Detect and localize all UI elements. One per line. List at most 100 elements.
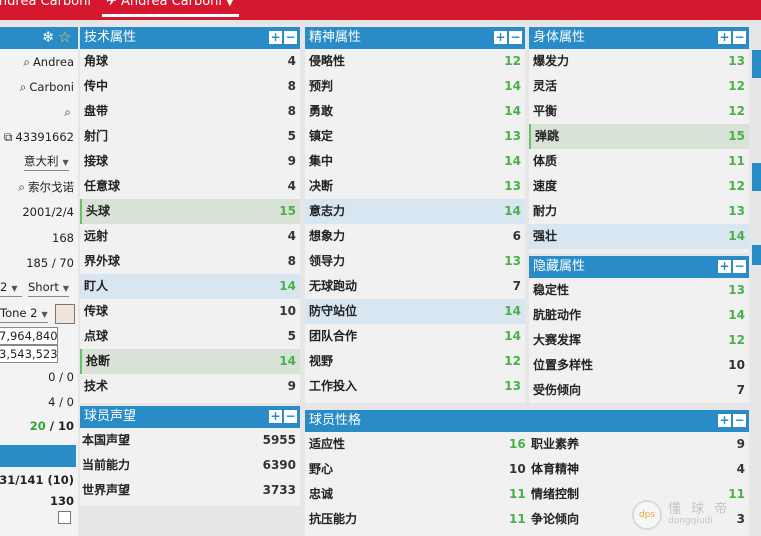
expand-button[interactable]: + <box>269 31 282 44</box>
collapse-button[interactable]: − <box>284 410 297 423</box>
attr-row[interactable]: 团队合作 14 <box>305 324 525 349</box>
attr-row[interactable]: 集中 14 <box>305 149 525 174</box>
stat-c: 20 / 10 <box>29 419 74 433</box>
panel-header: 精神属性 + − <box>305 27 525 49</box>
attr-row[interactable]: 技术 9 <box>80 374 300 399</box>
attr-row[interactable]: 位置多样性 10 <box>529 353 749 378</box>
edge-tab[interactable] <box>752 50 761 78</box>
tab-player-current[interactable]: ✈ Andrea Carboni ▼ <box>106 0 234 9</box>
collapse-button[interactable]: − <box>733 31 746 44</box>
collapse-button[interactable]: − <box>733 414 746 427</box>
attr-row-highlighted[interactable]: 强壮 14 <box>529 224 749 249</box>
ability-secondary: 130 <box>49 494 74 508</box>
attr-row[interactable]: 稳定性 13 <box>529 278 749 303</box>
panel-header: 技术属性 + − <box>80 27 300 49</box>
attr-row[interactable]: 点球 5 <box>80 324 300 349</box>
nation-select[interactable]: 意大利 ▼ <box>24 151 69 171</box>
height-weight-value[interactable]: 185 / 70 <box>26 253 74 273</box>
attr-row[interactable]: 肮脏动作 14 <box>529 303 749 328</box>
attr-row[interactable]: 灵活 12 <box>529 74 749 99</box>
edge-tab[interactable] <box>752 245 761 265</box>
collapse-button[interactable]: − <box>284 31 297 44</box>
section-bar <box>0 445 76 467</box>
attr-row[interactable]: 勇敢 14 <box>305 99 525 124</box>
pin-icon: ✈ <box>106 0 122 9</box>
attr-row[interactable]: 侵略性 12 <box>305 49 525 74</box>
reputation-row[interactable]: 当前能力 6390 <box>80 453 300 478</box>
common-name-field[interactable]: ⌕ <box>64 102 74 122</box>
attr-row-highlighted[interactable]: 意志力 14 <box>305 199 525 224</box>
panel-header: 球员声望 + − <box>80 406 300 428</box>
color-swatch[interactable] <box>55 304 75 324</box>
attr-row[interactable]: 接球 9 <box>80 149 300 174</box>
hidden-attributes-panel: 隐藏属性 + − 稳定性 13 肮脏动作 14 大赛发挥 12 位置多样性 10 受伤倾向… <box>529 256 749 403</box>
personality-row[interactable]: 野心 10 体育精神 4 <box>305 457 749 482</box>
hair-length-select[interactable]: Short ▼ <box>28 277 70 297</box>
wage-input[interactable]: 3,543,523 <box>0 345 58 363</box>
attr-row[interactable]: 视野 12 <box>305 349 525 374</box>
search-icon: ⌕ <box>19 80 27 94</box>
active-tab-underline <box>102 14 239 17</box>
attr-row[interactable]: 任意球 4 <box>80 174 300 199</box>
physical-attributes-panel: 身体属性 + − 爆发力 13 灵活 12 平衡 12 弹跳 15 体质 11 速度 12 耐… <box>529 27 749 253</box>
attr-row[interactable]: 镇定 13 <box>305 124 525 149</box>
attr-row-highlighted[interactable]: 防守站位 14 <box>305 299 525 324</box>
expand-button[interactable]: + <box>718 260 731 273</box>
attr-row[interactable]: 远射 4 <box>80 224 300 249</box>
attr-row-highlighted[interactable]: 头球 15 <box>80 199 300 224</box>
uid-field[interactable]: ⧉ 43391662 <box>4 127 74 147</box>
attr-row[interactable]: 大赛发挥 12 <box>529 328 749 353</box>
expand-button[interactable]: + <box>718 414 731 427</box>
attr-row[interactable]: 盘带 8 <box>80 99 300 124</box>
star-icon[interactable]: ☆ <box>58 28 71 46</box>
attr-row[interactable]: 预判 14 <box>305 74 525 99</box>
attr-row[interactable]: 界外球 8 <box>80 249 300 274</box>
reputation-row[interactable]: 世界声望 3733 <box>80 478 300 503</box>
attr-row[interactable]: 传中 8 <box>80 74 300 99</box>
attr-row[interactable]: 速度 12 <box>529 174 749 199</box>
attr-row[interactable]: 决断 13 <box>305 174 525 199</box>
checkbox[interactable] <box>58 511 71 524</box>
attr-row-highlighted[interactable]: 弹跳 15 <box>529 124 749 149</box>
attr-row-highlighted[interactable]: 盯人 14 <box>80 274 300 299</box>
collapse-button[interactable]: − <box>509 31 522 44</box>
personality-row[interactable]: 适应性 16 职业素养 9 <box>305 432 749 457</box>
attr-row[interactable]: 无球跑动 7 <box>305 274 525 299</box>
stat-a: 0 / 0 <box>48 370 74 384</box>
attr-row[interactable]: 想象力 6 <box>305 224 525 249</box>
chevron-down-icon[interactable]: ▼ <box>226 0 234 8</box>
expand-button[interactable]: + <box>269 410 282 423</box>
dropdown-arrow-icon: ▼ <box>41 310 48 319</box>
foot-select[interactable]: 2 ▼ <box>0 277 22 297</box>
tab-player-previous[interactable]: Andrea Carboni <box>0 0 91 9</box>
attr-row[interactable]: 工作投入 13 <box>305 374 525 399</box>
panel-header: 球员性格 + − <box>305 410 749 432</box>
city-field[interactable]: ⌕ 索尔戈诺 <box>18 177 74 197</box>
expand-button[interactable]: + <box>494 31 507 44</box>
attr-row[interactable]: 受伤倾向 7 <box>529 378 749 403</box>
search-icon: ⌕ <box>23 55 30 69</box>
attr-row[interactable]: 射门 5 <box>80 124 300 149</box>
date-of-birth[interactable]: 2001/2/4 <box>22 202 74 222</box>
attr-row[interactable]: 传球 10 <box>80 299 300 324</box>
edge-tab[interactable] <box>752 163 761 191</box>
expand-button[interactable]: + <box>718 31 731 44</box>
attr-row[interactable]: 角球 4 <box>80 49 300 74</box>
skin-tone-select[interactable]: Tone 2 ▼ <box>0 303 48 323</box>
attr-row-highlighted[interactable]: 抢断 14 <box>80 349 300 374</box>
attr-row[interactable]: 体质 11 <box>529 149 749 174</box>
height-value[interactable]: 168 <box>52 228 74 248</box>
attr-row[interactable]: 平衡 12 <box>529 99 749 124</box>
attr-row[interactable]: 爆发力 13 <box>529 49 749 74</box>
snowflake-icon[interactable]: ❄ <box>42 28 55 46</box>
collapse-button[interactable]: − <box>733 260 746 273</box>
value-input[interactable]: 7,964,840 <box>0 327 58 345</box>
last-name-field[interactable]: ⌕ Carboni <box>20 77 74 97</box>
search-icon: ⌕ <box>64 105 71 119</box>
first-name-field[interactable]: ⌕ Andrea <box>23 52 74 72</box>
attr-row[interactable]: 领导力 13 <box>305 249 525 274</box>
attr-row[interactable]: 耐力 13 <box>529 199 749 224</box>
reputation-row[interactable]: 本国声望 5955 <box>80 428 300 453</box>
player-info-column: ❄ ☆ ⌕ Andrea ⌕ Carboni ⌕ ⧉ 43391662 意大利 ▼ ⌕ 索… <box>0 27 78 536</box>
copy-icon[interactable]: ⧉ <box>4 130 13 144</box>
